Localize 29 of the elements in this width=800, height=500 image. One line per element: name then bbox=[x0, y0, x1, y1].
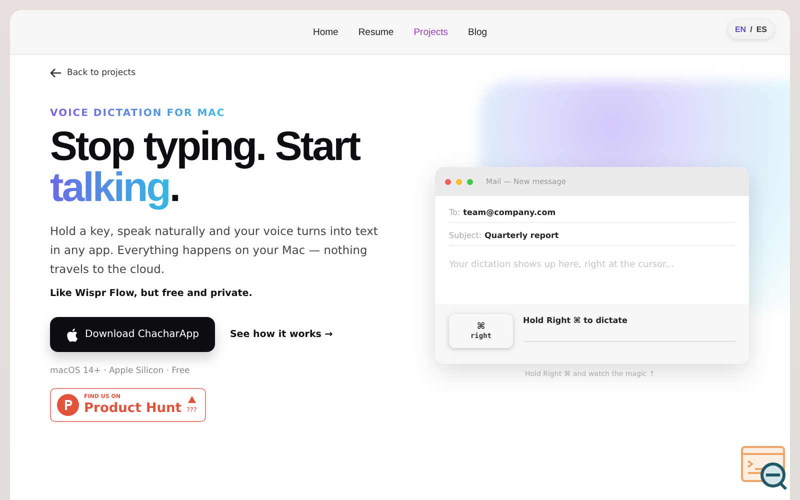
window-control-dot[interactable] bbox=[467, 178, 473, 184]
nav-link[interactable]: Blog bbox=[468, 26, 488, 38]
description: Hold a key, speak naturally and your voice turns into text in any app. Everything happens on your Mac — nothing travels to the cloud. bbox=[50, 223, 379, 278]
eyebrow-text: VOICE DICTATION FOR MAC bbox=[50, 108, 226, 119]
back-link[interactable]: Back to projects bbox=[50, 68, 430, 78]
dictation-hint: Hold Right ⌘ to dictate bbox=[523, 316, 628, 325]
arrow-left-icon bbox=[50, 68, 62, 78]
requirements-text: macOS 14+ · Apple Silicon · Free bbox=[50, 366, 191, 376]
recipient-value: team@company.com bbox=[463, 208, 556, 217]
nav-link[interactable]: Home bbox=[312, 26, 338, 38]
product-hunt-logo-icon bbox=[57, 394, 79, 416]
field-label: Subject: bbox=[449, 231, 482, 240]
how-it-works-link[interactable]: See how it works → bbox=[230, 329, 333, 340]
nav-link[interactable]: Projects bbox=[414, 26, 448, 38]
subject-value: Quarterly report bbox=[484, 231, 559, 240]
browser-search-icon[interactable] bbox=[740, 445, 790, 491]
download-button[interactable]: Download ChacharApp bbox=[50, 317, 215, 352]
window-control-dot[interactable] bbox=[445, 178, 451, 184]
upvote-icon bbox=[188, 396, 196, 403]
badge-title: Product Hunt bbox=[84, 402, 182, 415]
tagline: Like Wispr Flow, but free and private. bbox=[50, 288, 254, 299]
nav-link[interactable]: Resume bbox=[358, 26, 394, 38]
field-label: To: bbox=[449, 208, 460, 217]
language-option[interactable]: ES bbox=[756, 25, 767, 34]
separator: / bbox=[750, 25, 752, 34]
language-option[interactable]: EN bbox=[734, 25, 746, 34]
headline: Stop typing. Start talking. bbox=[50, 126, 361, 208]
window-control-dot[interactable] bbox=[456, 178, 462, 184]
apple-icon bbox=[66, 328, 78, 342]
